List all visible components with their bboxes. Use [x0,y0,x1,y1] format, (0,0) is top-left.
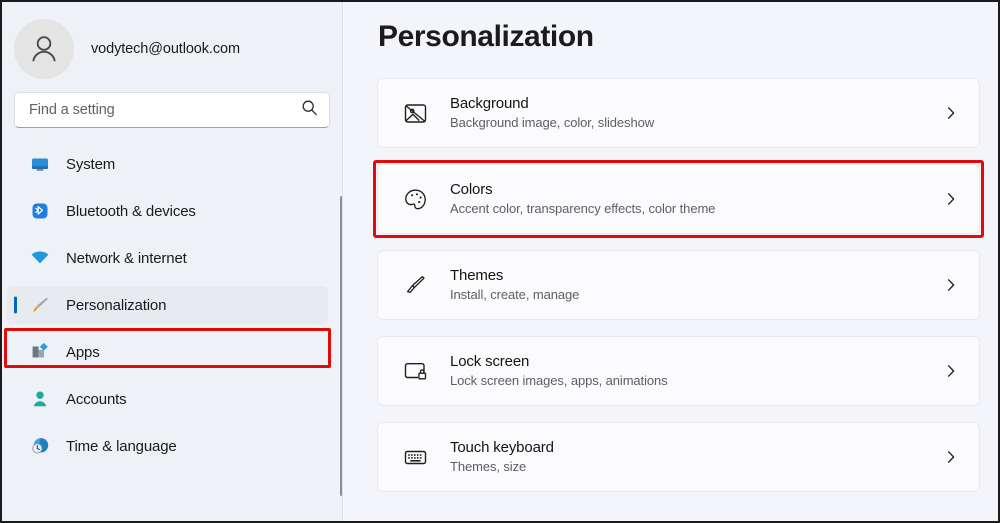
card-text: Background Background image, color, slid… [450,94,941,132]
sidebar-item-label: Time & language [66,437,177,455]
sidebar-item-label: Apps [66,343,100,361]
sidebar-item-accounts[interactable]: Accounts [7,380,328,418]
account-section[interactable]: vodytech@outlook.com [2,2,342,79]
sidebar-nav: System Bluetooth & devices Network & int… [2,145,342,465]
chevron-right-icon[interactable] [941,447,961,467]
sidebar-item-label: Personalization [66,296,167,314]
card-text: Themes Install, create, manage [450,266,941,304]
picture-icon [401,99,429,127]
settings-card-themes[interactable]: Themes Install, create, manage [377,250,980,320]
card-title: Touch keyboard [450,439,554,456]
search-input[interactable] [29,102,301,118]
settings-window: vodytech@outlook.com S [0,0,1000,523]
chevron-right-icon[interactable] [941,361,961,381]
keyboard-icon [401,443,429,471]
card-subtitle: Accent color, transparency effects, colo… [450,201,716,216]
paintbrush-outline-icon [401,271,429,299]
card-text: Colors Accent color, transparency effect… [450,180,941,218]
settings-card-list: Background Background image, color, slid… [373,78,984,492]
card-title: Lock screen [450,353,530,370]
person-avatar-icon [32,35,56,61]
sidebar-item-label: Bluetooth & devices [66,202,196,220]
account-email: vodytech@outlook.com [91,40,240,57]
card-title: Background [450,95,529,112]
apps-icon [29,341,51,363]
chevron-right-icon[interactable] [941,275,961,295]
card-title: Colors [450,181,493,198]
chevron-right-icon[interactable] [941,103,961,123]
paintbrush-icon [29,294,51,316]
card-subtitle: Lock screen images, apps, animations [450,373,668,388]
settings-card-lock-screen[interactable]: Lock screen Lock screen images, apps, an… [377,336,980,406]
settings-card-background[interactable]: Background Background image, color, slid… [377,78,980,148]
sidebar-item-network-internet[interactable]: Network & internet [7,239,328,277]
settings-card-colors[interactable]: Colors Accent color, transparency effect… [373,160,984,238]
sidebar-item-personalization[interactable]: Personalization [7,286,328,324]
bluetooth-icon [29,200,51,222]
card-subtitle: Install, create, manage [450,287,580,302]
sidebar-item-bluetooth-devices[interactable]: Bluetooth & devices [7,192,328,230]
sidebar-item-label: System [66,155,116,173]
card-text: Lock screen Lock screen images, apps, an… [450,352,941,390]
chevron-right-icon[interactable] [941,189,961,209]
card-subtitle: Themes, size [450,459,527,474]
palette-icon [401,185,429,213]
sidebar-item-label: Accounts [66,390,127,408]
settings-card-touch-keyboard[interactable]: Touch keyboard Themes, size [377,422,980,492]
person-icon [29,388,51,410]
card-subtitle: Background image, color, slideshow [450,115,654,130]
search-box[interactable] [14,92,330,128]
search-icon[interactable] [301,99,318,121]
clock-globe-icon [29,435,51,457]
wifi-icon [29,247,51,269]
card-title: Themes [450,267,504,284]
monitor-icon [29,153,51,175]
sidebar-item-time-language[interactable]: Time & language [7,427,328,465]
lock-screen-icon [401,357,429,385]
sidebar-item-label: Network & internet [66,249,187,267]
main-content: Personalization Background Background im… [343,2,998,521]
sidebar: vodytech@outlook.com S [2,2,343,521]
selection-indicator [14,296,17,314]
sidebar-item-apps[interactable]: Apps [7,333,328,371]
card-text: Touch keyboard Themes, size [450,438,941,476]
page-title: Personalization [378,20,594,53]
sidebar-scrollbar[interactable] [340,196,342,496]
sidebar-item-system[interactable]: System [7,145,328,183]
avatar [14,18,74,79]
